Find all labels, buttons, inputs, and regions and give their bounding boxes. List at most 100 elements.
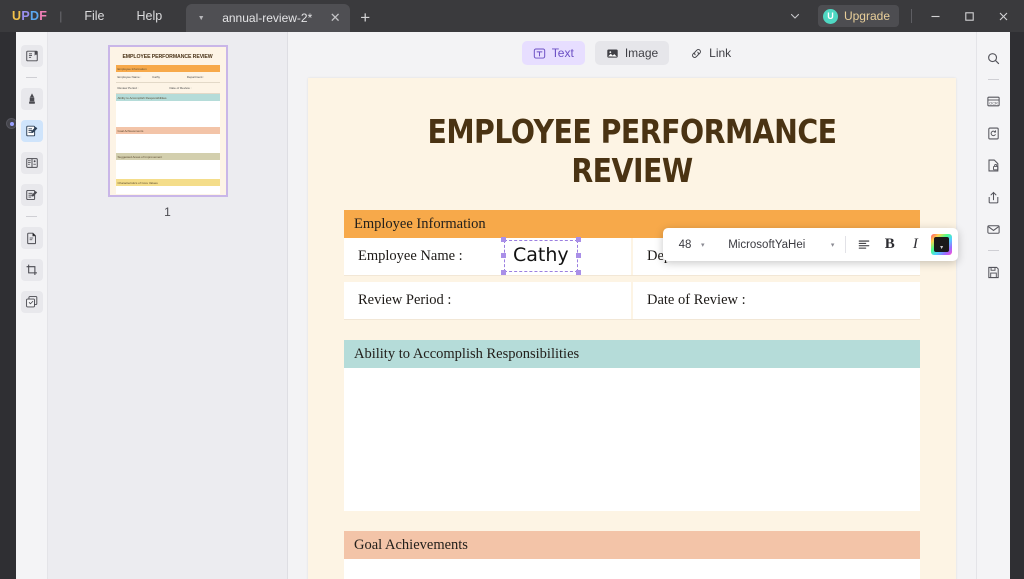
compress-icon (988, 127, 999, 139)
employee-name-value[interactable]: Cathy (504, 240, 578, 272)
thumb-f2: Cathy (152, 75, 161, 79)
sidebar-item-page[interactable] (20, 152, 43, 174)
sidebar-item-crop[interactable] (20, 259, 43, 281)
minimize-button[interactable] (918, 0, 952, 32)
chevron-down-icon[interactable] (778, 0, 812, 32)
handle-top-left[interactable] (501, 237, 506, 242)
section-body-goals[interactable] (344, 559, 920, 579)
right-tool-divider (988, 79, 999, 80)
page-thumbnail-1[interactable]: EMPLOYEE PERFORMANCE REVIEW Employee Inf… (107, 45, 228, 197)
section-body-ability[interactable] (344, 368, 920, 511)
edit-mode-toolbar: Text Image Link (288, 32, 976, 68)
tab-strip: ▼ annual-review-2* ✕ + (186, 0, 380, 32)
search-icon (988, 52, 1000, 64)
window-controls-group: U Upgrade (778, 0, 1024, 32)
pdf-page[interactable]: EMPLOYEE PERFORMANCE REVIEW Employee Inf… (308, 78, 956, 579)
font-family-caret-icon[interactable]: ▾ (831, 241, 841, 249)
font-size-caret-icon[interactable]: ▾ (701, 241, 711, 249)
close-button[interactable] (986, 0, 1020, 32)
updf-logo: UPDF (0, 0, 57, 32)
logo-letter-f: F (39, 9, 48, 23)
search-button[interactable] (983, 47, 1005, 69)
right-tool-divider-2 (988, 250, 999, 251)
sidebar-item-edit-pdf[interactable] (20, 120, 43, 142)
align-left-icon (858, 240, 870, 249)
employee-name-label: Employee Name : (358, 248, 463, 264)
menu-file[interactable]: File (68, 0, 120, 32)
handle-right[interactable] (575, 253, 581, 258)
sidebar-item-form[interactable] (20, 184, 43, 206)
sidebar-item-comment[interactable] (20, 88, 43, 110)
thumb-f3: Department : (186, 75, 205, 79)
section-header-goals[interactable]: Goal Achievements (344, 531, 920, 559)
align-left-button[interactable] (851, 233, 877, 257)
tool-text-button[interactable]: Text (521, 41, 585, 65)
field-review-period[interactable]: Review Period : (344, 282, 631, 319)
window-controls-divider (911, 9, 912, 23)
handle-bottom-left[interactable] (501, 270, 506, 275)
menu-help[interactable]: Help (121, 0, 179, 32)
font-size-select[interactable]: 48 ▾ (669, 233, 722, 257)
link-icon (692, 48, 702, 58)
title-bar: UPDF | File Help ▼ annual-review-2* ✕ + … (0, 0, 1024, 32)
thumbnail-band-ability: Ability to Accomplish Responsibilities (115, 94, 220, 101)
logo-letter-u: U (12, 9, 22, 23)
left-tool-rail (16, 32, 48, 579)
format-divider (845, 236, 847, 253)
handle-left[interactable] (501, 253, 506, 258)
sidebar-item-reader[interactable] (20, 45, 43, 67)
tab-close-icon[interactable]: ✕ (326, 10, 344, 26)
tool-text-label: Text (551, 46, 574, 60)
thumbnail-band-goals-label: Goal Achievements (117, 129, 144, 133)
tab-caret-icon[interactable]: ▼ (194, 15, 208, 22)
upgrade-badge-icon: U (822, 8, 838, 24)
thumbnail-title: EMPLOYEE PERFORMANCE REVIEW (122, 54, 213, 60)
new-tab-button[interactable]: + (350, 4, 380, 32)
tool-link-button[interactable]: Link (679, 41, 742, 65)
thumbnail-band-info: Employee Information (115, 65, 220, 72)
email-icon (987, 224, 1000, 234)
handle-top-right[interactable] (575, 237, 581, 242)
sidebar-item-batch[interactable] (20, 291, 43, 313)
thumbnail-band-values-label: Characteristics of Core Values (117, 181, 158, 185)
text-color-button[interactable]: ▾ (931, 234, 952, 255)
thumbnail-band-info-label: Employee Information (117, 67, 147, 71)
font-family-select[interactable]: MicrosoftYaHei ▾ (722, 233, 840, 257)
thumbnail-blank-2 (115, 134, 220, 153)
italic-button[interactable]: I (903, 233, 929, 257)
upgrade-label: Upgrade (843, 9, 890, 23)
sidebar-item-convert[interactable] (20, 227, 43, 249)
tool-image-button[interactable]: Image (594, 41, 670, 65)
field-employee-name[interactable]: Employee Name : Cathy (344, 237, 631, 275)
date-of-review-label: Date of Review : (647, 292, 746, 308)
maximize-button[interactable] (952, 0, 986, 32)
share-icon (988, 191, 999, 203)
ocr-button[interactable]: OCR (983, 90, 1005, 112)
thumbnail-blank-1 (115, 101, 220, 127)
text-color-icon: ▾ (934, 237, 949, 252)
upgrade-button[interactable]: U Upgrade (817, 5, 899, 27)
font-family-value: MicrosoftYaHei (728, 238, 806, 251)
save-button[interactable] (983, 261, 1005, 283)
form-row-2: Review Period : Date of Review : (344, 282, 920, 320)
compress-button[interactable] (983, 122, 1005, 144)
thumbnail-page-break (110, 194, 226, 195)
tool-divider (26, 77, 37, 78)
page-viewport[interactable]: EMPLOYEE PERFORMANCE REVIEW Employee Inf… (288, 78, 976, 579)
save-icon (988, 266, 999, 278)
thumbnail-row-2: Review Period : Date of Review : (115, 83, 220, 94)
tool-image-label: Image (624, 46, 659, 60)
document-tab[interactable]: ▼ annual-review-2* ✕ (186, 4, 351, 32)
handle-bottom-right[interactable] (575, 270, 581, 275)
email-button[interactable] (983, 218, 1005, 240)
employee-name-selection[interactable]: Cathy (501, 237, 581, 275)
field-date-of-review[interactable]: Date of Review : (631, 282, 920, 319)
thumbnail-band-goals: Goal Achievements (115, 127, 220, 134)
svg-text:OCR: OCR (989, 100, 998, 105)
protect-button[interactable] (983, 154, 1005, 176)
section-header-ability[interactable]: Ability to Accomplish Responsibilities (344, 340, 920, 368)
share-button[interactable] (983, 186, 1005, 208)
thumbnail-row-1: Employee Name : Cathy Department : (115, 72, 220, 83)
bold-button[interactable]: B (877, 233, 903, 257)
content-area: Text Image Link EMPLOYEE PERFORMANCE REV… (288, 32, 976, 579)
